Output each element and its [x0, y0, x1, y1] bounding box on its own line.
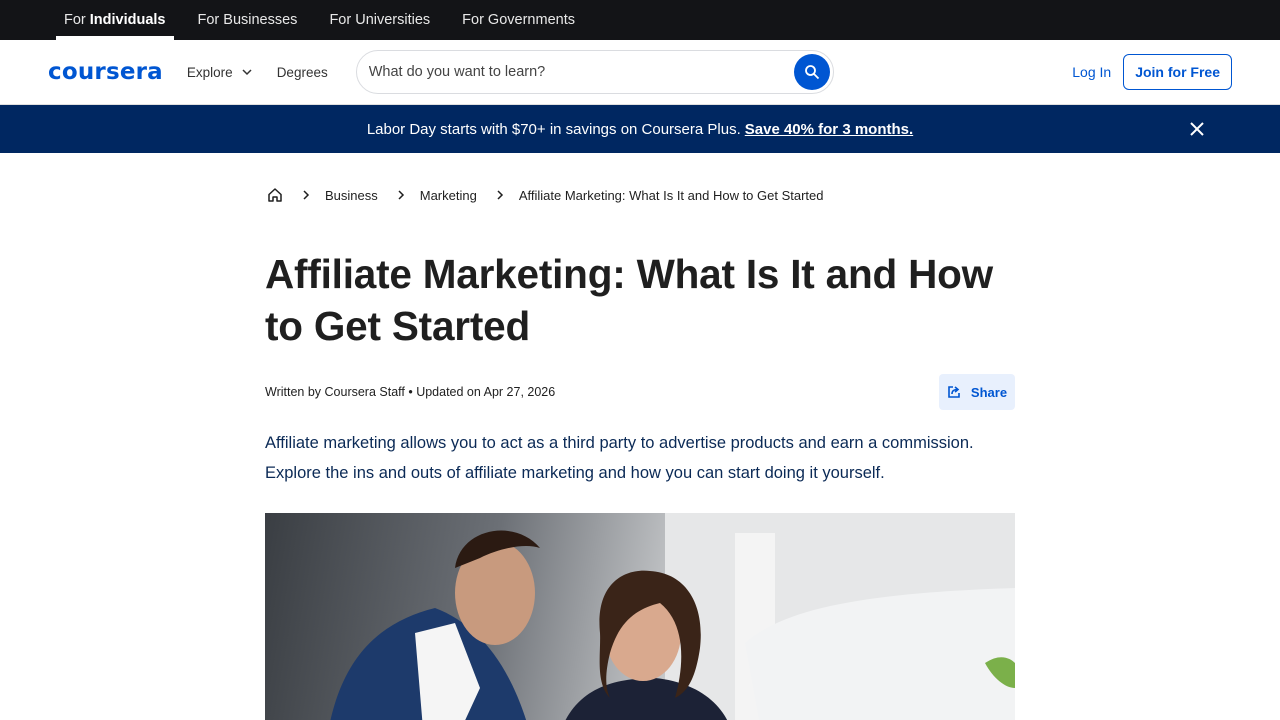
audience-bar: For Individuals For Businesses For Unive…	[0, 0, 1280, 40]
breadcrumb: Business Marketing Affiliate Marketing: …	[265, 185, 1015, 205]
article-meta-row: Written by Coursera Staff • Updated on A…	[265, 374, 1015, 410]
login-link[interactable]: Log In	[1072, 64, 1111, 80]
tab-governments[interactable]: For Governments	[454, 0, 583, 40]
tab-individuals-label: Individuals	[89, 12, 166, 28]
explore-label: Explore	[186, 64, 233, 80]
search-button[interactable]	[793, 54, 830, 90]
header-actions: Log In Join for Free	[1072, 40, 1232, 104]
promo-text: Labor Day starts with $70+ in savings on…	[366, 120, 741, 138]
breadcrumb-business[interactable]: Business	[325, 188, 378, 203]
chevron-right-icon	[396, 190, 406, 200]
explore-menu-button[interactable]: Explore	[187, 65, 253, 80]
home-icon[interactable]	[267, 187, 283, 203]
tab-individuals[interactable]: For Individuals	[56, 0, 174, 40]
share-icon	[948, 386, 960, 398]
chevron-right-icon	[301, 190, 311, 200]
hero-image	[265, 513, 1015, 720]
join-for-free-button[interactable]: Join for Free	[1123, 54, 1232, 90]
article-title: Affiliate Marketing: What Is It and How …	[265, 251, 993, 349]
tab-individuals-prefix: For	[64, 12, 86, 28]
promo-banner: Labor Day starts with $70+ in savings on…	[0, 105, 1280, 153]
breadcrumb-marketing[interactable]: Marketing	[420, 188, 477, 203]
article-meta: Written by Coursera Staff • Updated on A…	[265, 385, 556, 399]
share-button[interactable]: Share	[939, 374, 1015, 410]
breadcrumb-current: Affiliate Marketing: What Is It and How …	[518, 187, 824, 203]
hero-illustration	[330, 513, 1015, 720]
degrees-link[interactable]: Degrees	[277, 65, 328, 80]
tab-universities[interactable]: For Universities	[321, 0, 438, 40]
search-icon	[804, 65, 819, 80]
article-intro: Affiliate marketing allows you to act as…	[265, 434, 974, 482]
coursera-logo[interactable]: coursera	[48, 59, 163, 85]
article-main: Business Marketing Affiliate Marketing: …	[265, 185, 1015, 720]
close-icon[interactable]	[1188, 120, 1206, 138]
chevron-right-icon	[495, 190, 505, 200]
tab-businesses[interactable]: For Businesses	[190, 0, 306, 40]
promo-link[interactable]: Save 40% for 3 months.	[745, 121, 913, 138]
share-label: Share	[970, 384, 1008, 400]
search-bar	[355, 50, 834, 94]
chevron-down-icon	[242, 69, 252, 76]
site-header: coursera Explore Degrees Log In Join for…	[0, 40, 1280, 105]
search-input[interactable]	[368, 64, 794, 80]
